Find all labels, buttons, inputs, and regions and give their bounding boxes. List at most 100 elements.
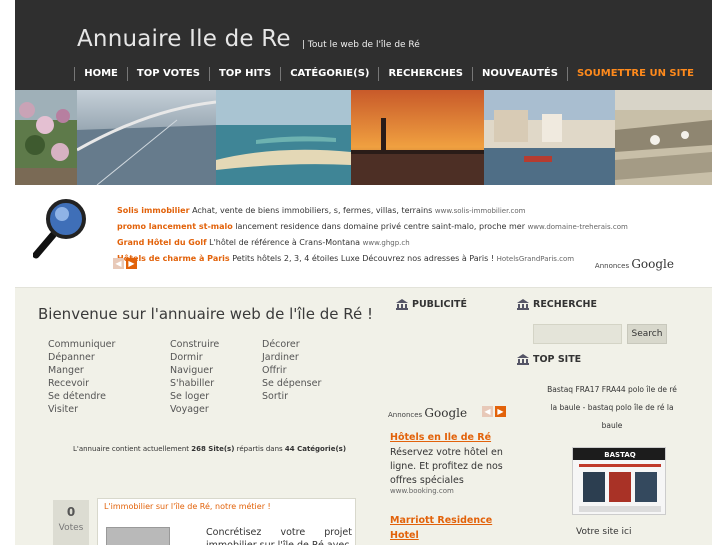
ads-by-label: Annonces (388, 411, 423, 419)
banner-photo-sunset-lighthouse (351, 90, 484, 185)
ad-item[interactable]: Hôtels de charme à Paris Petits hôtels 2… (117, 251, 628, 267)
side-ad-title-cont[interactable]: Hotel (390, 530, 419, 541)
category-link[interactable]: S'habiller (170, 378, 214, 389)
ad-item[interactable]: promo lancement st-malo lancement reside… (117, 219, 628, 235)
arrow-right-icon[interactable]: ▶ (126, 258, 137, 269)
site-title[interactable]: Annuaire Ile de Re (77, 26, 291, 52)
topsite-caption[interactable]: Votre site ici (576, 527, 631, 537)
ad-url[interactable]: www.solis-immobilier.com (435, 207, 526, 215)
arrow-left-icon[interactable]: ◀ (482, 406, 493, 417)
vote-label: Votes (58, 523, 84, 533)
topsite-title: TOP SITE (533, 354, 582, 365)
nav-soumettre-site[interactable]: SOUMETTRE UN SITE (566, 67, 703, 81)
featured-site-thumbnail[interactable] (106, 527, 170, 545)
featured-site-description: Concrétisez votre projet immobilier sur … (206, 527, 352, 545)
main-nav: HOME TOP VOTES TOP HITS CATÉGORIE(S) REC… (74, 67, 703, 81)
ad-item[interactable]: Solis immobilier Achat, vente de biens i… (117, 203, 628, 219)
stats-sites: 268 Site(s) (191, 445, 235, 453)
ad-url[interactable]: www.ghgp.ch (363, 239, 410, 247)
nav-categories[interactable]: CATÉGORIE(S) (280, 67, 378, 81)
category-link[interactable]: Jardiner (262, 352, 299, 363)
ad-desc: Achat, vente de biens immobiliers, s, fe… (192, 206, 433, 215)
ads-by-google[interactable]: Annonces Google (595, 257, 674, 271)
banner-photo-harbor (484, 90, 615, 185)
ad-title[interactable]: Grand Hôtel du Golf (117, 238, 207, 247)
topsite-thumbnail[interactable]: BASTAQ (572, 447, 666, 515)
welcome-heading: Bienvenue sur l'annuaire web de l'île de… (38, 305, 373, 323)
category-link[interactable]: Offrir (262, 365, 286, 376)
recherche-title: RECHERCHE (533, 299, 597, 310)
topsite-heading: TOP SITE (517, 354, 581, 365)
publicite-heading: PUBLICITÉ (396, 299, 467, 310)
category-link[interactable]: Construire (170, 339, 219, 350)
ad-desc: L'hôtel de référence à Crans-Montana (209, 238, 361, 247)
banner-photo-flowers (15, 90, 77, 185)
category-link[interactable]: Manger (48, 365, 84, 376)
ad-list: Solis immobilier Achat, vente de biens i… (117, 203, 628, 267)
category-link[interactable]: Recevoir (48, 378, 89, 389)
category-link[interactable]: Se dépenser (262, 378, 321, 389)
vote-count: 0 (66, 505, 76, 519)
ad-pager: ◀ ▶ (113, 258, 137, 269)
featured-site-title[interactable]: L'immobilier sur l'île de Ré, notre méti… (104, 502, 271, 511)
category-link[interactable]: Communiquer (48, 339, 115, 350)
ads-by-google-side[interactable]: Annonces Google (388, 406, 467, 420)
google-logo: Google (424, 406, 468, 420)
site-header: Annuaire Ile de Re | Tout le web de l'îl… (15, 0, 712, 90)
topsite-description[interactable]: Bastaq FRA17 FRA44 polo île de ré la bau… (545, 381, 679, 435)
category-link[interactable]: Naviguer (170, 365, 213, 376)
arrow-left-icon[interactable]: ◀ (113, 258, 124, 269)
nav-recherches[interactable]: RECHERCHES (378, 67, 472, 81)
ad-item[interactable]: Grand Hôtel du Golf L'hôtel de référence… (117, 235, 628, 251)
bank-icon (517, 354, 529, 365)
ad-desc: lancement residence dans domaine privé c… (235, 222, 526, 231)
publicite-title: PUBLICITÉ (412, 299, 467, 310)
ad-url[interactable]: www.domaine-treherais.com (528, 223, 628, 231)
nav-top-hits[interactable]: TOP HITS (208, 67, 280, 81)
site-tagline: | Tout le web de l'île de Ré (302, 40, 420, 50)
category-link[interactable]: Voyager (170, 404, 209, 415)
nav-home[interactable]: HOME (74, 67, 127, 81)
category-link[interactable]: Se détendre (48, 391, 106, 402)
recherche-heading: RECHERCHE (517, 299, 597, 310)
stats-prefix: L'annuaire contient actuellement (73, 445, 190, 453)
category-link[interactable]: Dépanner (48, 352, 95, 363)
side-ad-url[interactable]: www.booking.com (390, 487, 454, 495)
ad-pager-side: ◀ ▶ (482, 406, 506, 417)
directory-stats: L'annuaire contient actuellement 268 Sit… (73, 445, 346, 453)
category-link[interactable]: Sortir (262, 391, 288, 402)
category-link[interactable]: Décorer (262, 339, 300, 350)
ads-by-label: Annonces (594, 262, 630, 270)
topsite-thumb-brand: BASTAQ (604, 451, 635, 459)
side-ad-desc: Réservez votre hôtel en ligne. Et profit… (390, 447, 503, 486)
magnifier-icon (33, 199, 86, 259)
stats-middle: répartis dans (236, 445, 283, 453)
main-content: Bienvenue sur l'annuaire web de l'île de… (15, 288, 712, 545)
banner-photo-sandbank (216, 90, 351, 185)
topsite-thumbnail-graphic: BASTAQ (573, 448, 665, 514)
google-logo: Google (631, 257, 674, 271)
bank-icon (396, 299, 408, 310)
side-ad-title[interactable]: Marriott Residence (390, 515, 492, 526)
side-ad-title[interactable]: Hôtels en Ile de Ré (390, 432, 491, 443)
vote-box[interactable]: 0 Votes (53, 500, 89, 545)
photo-banner (15, 90, 712, 185)
arrow-right-icon[interactable]: ▶ (495, 406, 506, 417)
ad-title[interactable]: promo lancement st-malo (117, 222, 233, 231)
bank-icon (517, 299, 529, 310)
ad-box-top: Solis immobilier Achat, vente de biens i… (15, 185, 712, 288)
nav-nouveautes[interactable]: NOUVEAUTÉS (471, 67, 567, 81)
banner-photo-bridge (77, 90, 216, 185)
category-link[interactable]: Dormir (170, 352, 203, 363)
page: Annuaire Ile de Re | Tout le web de l'îl… (0, 0, 727, 545)
banner-photo-salt-marsh (615, 90, 712, 185)
ad-title[interactable]: Solis immobilier (117, 206, 190, 215)
search-input[interactable] (533, 324, 622, 344)
ad-url[interactable]: HotelsGrandParis.com (497, 255, 575, 263)
nav-top-votes[interactable]: TOP VOTES (126, 67, 209, 81)
category-link[interactable]: Se loger (170, 391, 209, 402)
category-link[interactable]: Visiter (48, 404, 78, 415)
ad-desc: Petits hôtels 2, 3, 4 étoiles Luxe Décou… (232, 254, 495, 263)
stats-categories: 44 Catégorie(s) (284, 445, 347, 453)
search-button[interactable]: Search (627, 324, 667, 344)
